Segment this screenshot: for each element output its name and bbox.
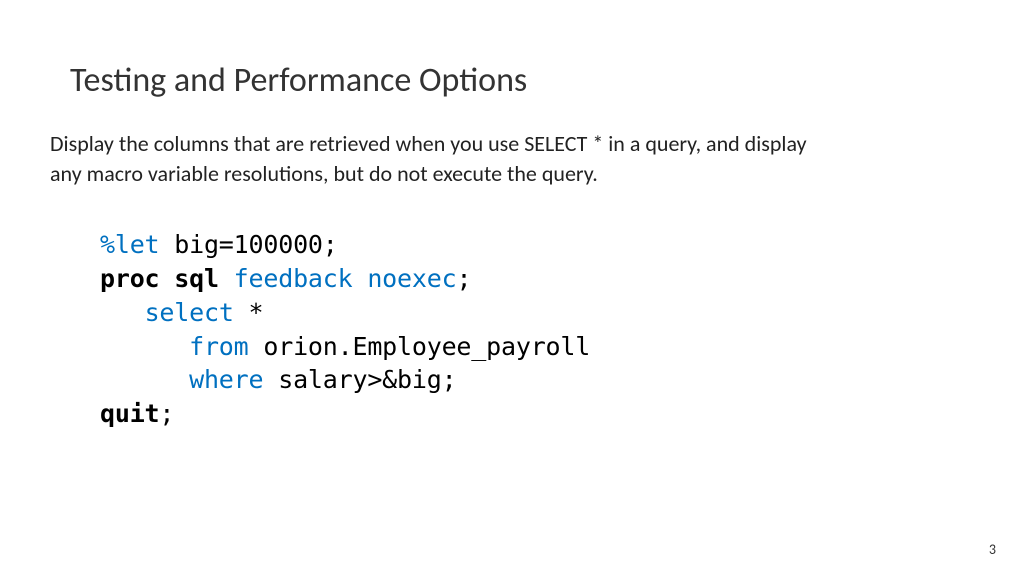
keyword-quit: quit	[100, 399, 159, 428]
indent	[100, 298, 145, 327]
code-text: salary>&big;	[263, 365, 456, 394]
code-text: ;	[456, 264, 471, 293]
page-number: 3	[989, 541, 996, 558]
code-line-1: %let big=100000;	[100, 228, 974, 262]
slide-description: Display the columns that are retrieved w…	[50, 129, 830, 188]
keyword-options: feedback noexec	[219, 264, 457, 293]
code-text: orion.Employee_payroll	[249, 332, 591, 361]
code-line-3: select *	[100, 296, 974, 330]
keyword-select: select	[145, 298, 234, 327]
keyword-from: from	[189, 332, 248, 361]
code-line-5: where salary>&big;	[100, 363, 974, 397]
code-text: ;	[159, 399, 174, 428]
code-line-4: from orion.Employee_payroll	[100, 330, 974, 364]
code-text: big=100000;	[159, 230, 337, 259]
keyword-proc-sql: proc sql	[100, 264, 219, 293]
indent	[100, 365, 189, 394]
keyword-where: where	[189, 365, 263, 394]
indent	[100, 332, 189, 361]
code-text: *	[234, 298, 264, 327]
slide-title: Testing and Performance Options	[70, 60, 974, 101]
code-block: %let big=100000; proc sql feedback noexe…	[100, 228, 974, 431]
code-line-6: quit;	[100, 397, 974, 431]
code-line-2: proc sql feedback noexec;	[100, 262, 974, 296]
keyword-let: %let	[100, 230, 159, 259]
